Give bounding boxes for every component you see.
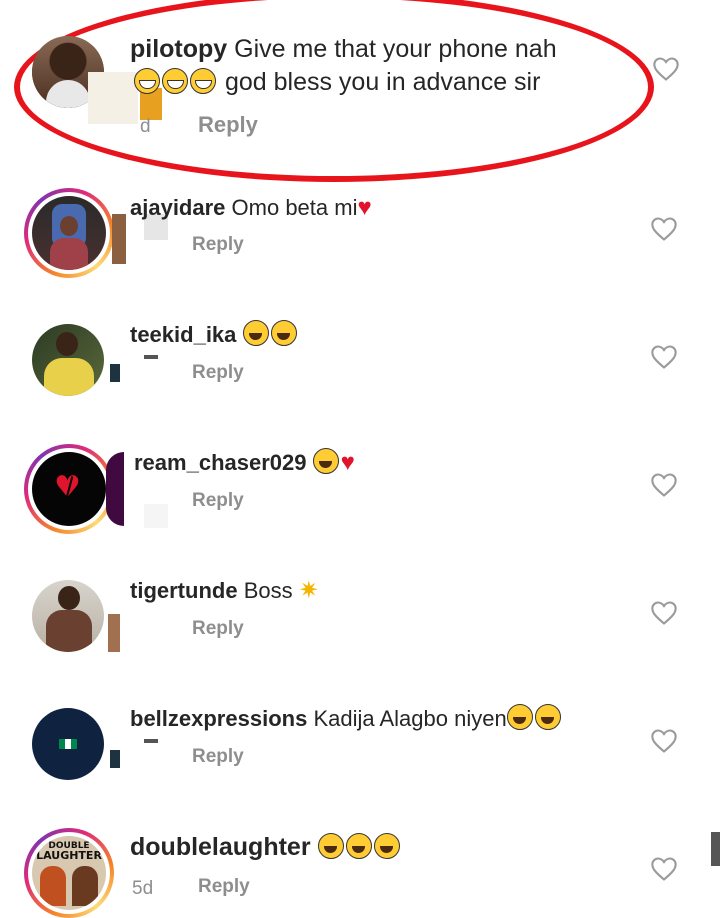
comment-text-line: pilotopy Give me that your phone nah (130, 34, 557, 64)
flag-emoji-icon (59, 739, 77, 749)
heart-outline-icon[interactable] (650, 856, 678, 882)
reply-button[interactable]: Reply (192, 490, 244, 512)
reply-button[interactable]: Reply (192, 746, 244, 768)
comment-username[interactable]: ajayidare (130, 195, 225, 220)
reply-button[interactable]: Reply (198, 876, 250, 898)
red-heart-emoji-icon: ♥ (340, 449, 355, 476)
comment-text: Give me that your phone nah (234, 35, 557, 63)
comment-text-line: god bless you in advance sir (134, 67, 540, 97)
laughing-emoji-icon (242, 320, 269, 346)
overlay-thumbnail (144, 355, 158, 359)
grin-emoji-icon (190, 68, 216, 94)
laughing-emoji-icon (312, 448, 339, 474)
heart-outline-icon[interactable] (652, 56, 680, 82)
comment-username[interactable]: doublelaughter (130, 833, 311, 861)
scrollbar-thumb[interactable] (711, 832, 720, 866)
avatar[interactable] (32, 580, 104, 652)
comment-text: Boss (243, 578, 293, 603)
comment-text: god bless you in advance sir (224, 68, 541, 96)
overlay-thumbnail (144, 739, 158, 743)
avatar[interactable] (32, 708, 104, 780)
heart-outline-icon[interactable] (650, 472, 678, 498)
laughing-emoji-icon (534, 704, 561, 730)
overlay-thumbnail (112, 214, 126, 264)
overlay-thumbnail (144, 504, 168, 528)
avatar[interactable]: DOUBLE LAUGHTER (24, 828, 114, 918)
overlay-thumbnail (88, 72, 138, 124)
comment-text-line: ream_chaser029 ♥ (134, 448, 355, 478)
comment-time: d (140, 116, 151, 137)
overlay-thumbnail (110, 364, 120, 382)
comment-text: Omo beta mi (231, 195, 358, 220)
comment-username[interactable]: bellzexpressions (130, 706, 307, 731)
comment-text: Kadija Alagbo niyen (313, 706, 507, 731)
heart-outline-icon[interactable] (650, 600, 678, 626)
overlay-thumbnail (106, 452, 124, 526)
comment-text-line: doublelaughter (130, 832, 402, 862)
comment-username[interactable]: pilotopy (130, 35, 227, 63)
laughing-emoji-icon (373, 833, 400, 859)
overlay-thumbnail (110, 750, 120, 768)
avatar[interactable]: ♥ (24, 444, 114, 534)
reply-button[interactable]: Reply (192, 234, 244, 256)
red-heart-emoji-icon: ♥ (357, 194, 372, 221)
laughing-emoji-icon (317, 833, 344, 859)
heart-outline-icon[interactable] (650, 728, 678, 754)
comment-username[interactable]: teekid_ika (130, 322, 236, 347)
overlay-thumbnail (108, 614, 120, 652)
comment-username[interactable]: ream_chaser029 (134, 450, 306, 475)
reply-button[interactable]: Reply (192, 362, 244, 384)
sparkle-emoji-icon: ✷ (298, 577, 319, 604)
reply-button[interactable]: Reply (198, 112, 258, 138)
comment-time: 5d (132, 878, 154, 899)
avatar[interactable] (32, 324, 104, 396)
heart-outline-icon[interactable] (650, 216, 678, 242)
grin-emoji-icon (134, 68, 160, 94)
comment-text-line: teekid_ika (130, 320, 299, 350)
grin-emoji-icon (162, 68, 188, 94)
comment-text-line: ajayidare Omo beta mi♥ (130, 193, 372, 223)
heart-outline-icon[interactable] (650, 344, 678, 370)
comment-username[interactable]: tigertunde (130, 578, 238, 603)
reply-button[interactable]: Reply (192, 618, 244, 640)
comment-text-line: tigertunde Boss ✷ (130, 576, 319, 606)
avatar-logo-text: DOUBLE LAUGHTER (36, 841, 102, 862)
avatar[interactable] (24, 188, 114, 278)
comment-text-line: bellzexpressions Kadija Alagbo niyen (130, 704, 563, 734)
laughing-emoji-icon (506, 704, 533, 730)
laughing-emoji-icon (345, 833, 372, 859)
laughing-emoji-icon (270, 320, 297, 346)
